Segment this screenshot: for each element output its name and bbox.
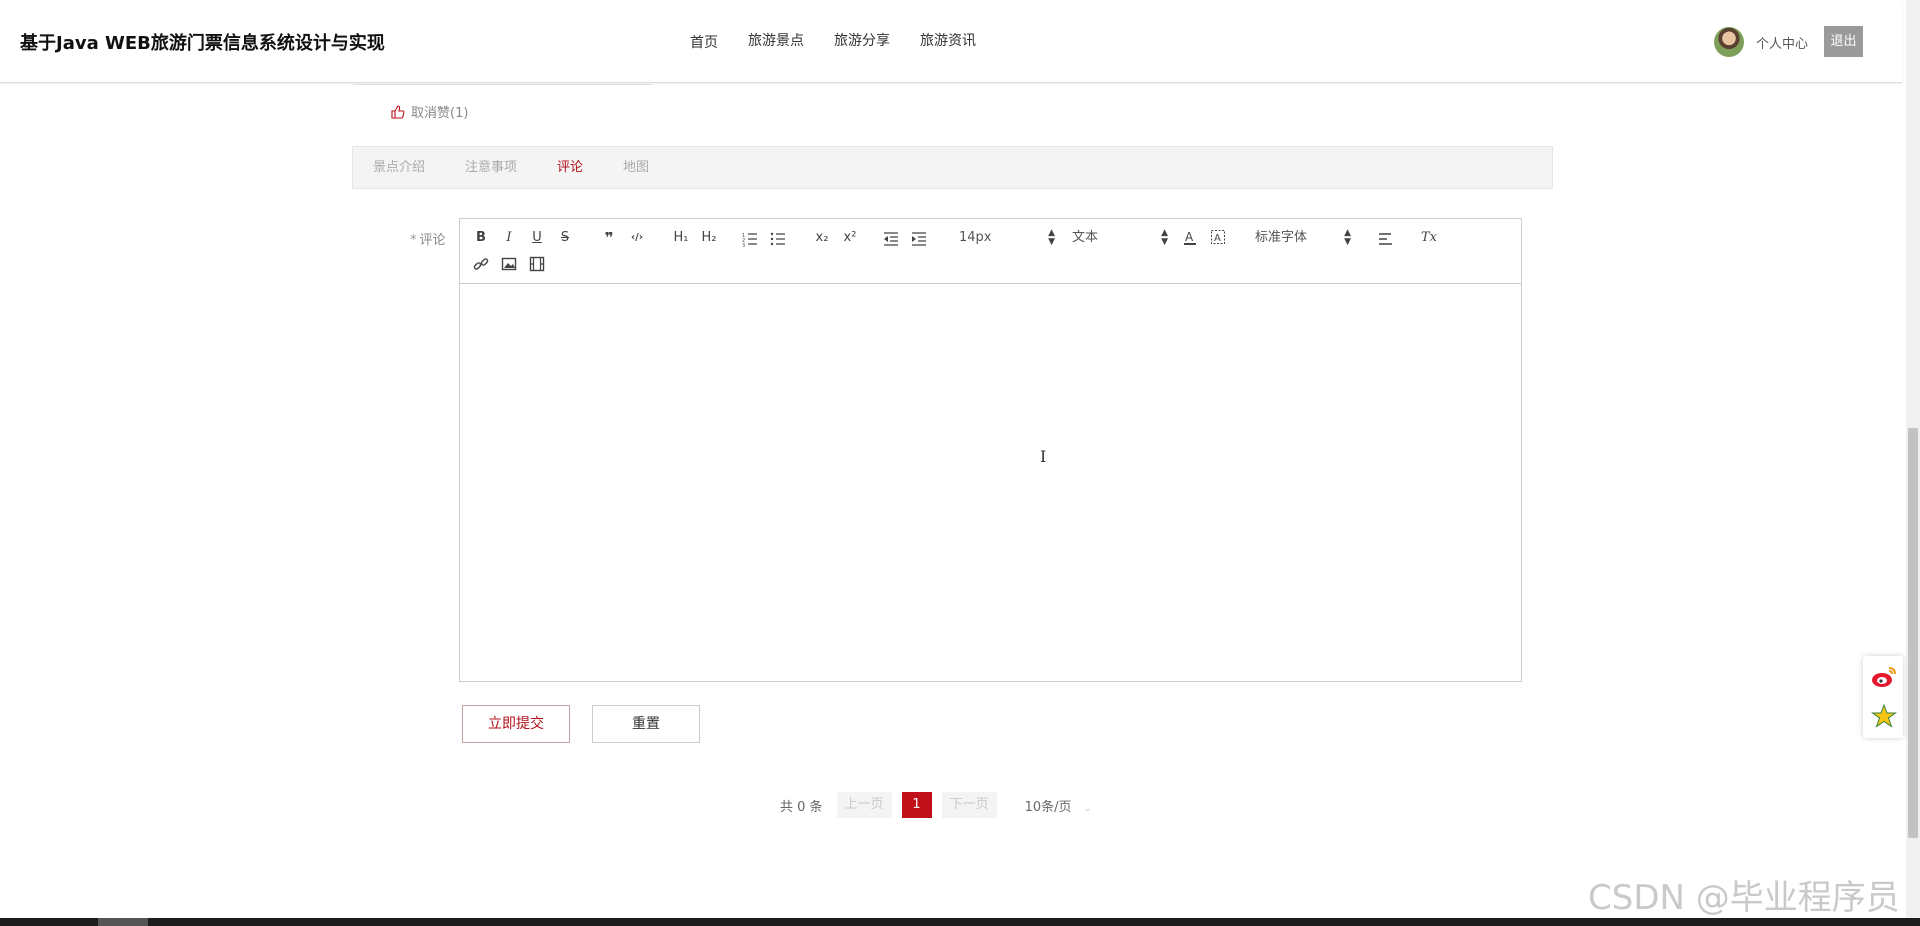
share-panel [1863, 656, 1903, 738]
superscript-button[interactable]: x² [840, 229, 860, 247]
image-icon[interactable] [501, 255, 517, 273]
svg-text:3: 3 [742, 243, 745, 248]
select-arrows-icon: ▲ ▼ [1344, 228, 1351, 247]
required-mark: * [410, 233, 417, 248]
font-family-value: 标准字体 [1255, 230, 1308, 245]
detail-tabs: 景点介绍 注意事项 评论 地图 [352, 146, 1553, 189]
bold-button[interactable]: B [473, 229, 489, 247]
comment-label: * 评论 [410, 229, 446, 248]
prev-page-button[interactable]: 上一页 [836, 792, 892, 818]
text-cursor-icon: I [1040, 447, 1047, 466]
clean-format-label: Tx [1420, 230, 1437, 245]
pagination: 共 0 条 上一页 1 下一页 10条/页 ⌄ [780, 792, 1092, 818]
nav-sharing[interactable]: 旅游分享 [834, 0, 890, 82]
main-nav: 首页 旅游景点 旅游分享 旅游资讯 [690, 0, 1006, 82]
divider [353, 84, 651, 85]
nav-home[interactable]: 首页 [690, 2, 718, 82]
tab-notes[interactable]: 注意事项 [465, 147, 517, 188]
unlike-button[interactable]: 取消赞(1) [391, 102, 468, 121]
italic-button[interactable]: I [501, 229, 517, 247]
header-1-button[interactable]: H₁ [670, 229, 692, 247]
comment-label-text: 评论 [419, 233, 446, 248]
select-arrows-icon: ▲ ▼ [1048, 228, 1055, 247]
comment-editor-area[interactable] [460, 284, 1521, 681]
font-family-select[interactable]: 标准字体 ▲ ▼ [1255, 229, 1351, 247]
site-title: 基于Java WEB旅游门票信息系统设计与实现 [20, 33, 385, 54]
outdent-icon[interactable] [883, 230, 899, 248]
paragraph-format-select[interactable]: 文本 ▲ ▼ [1072, 229, 1168, 247]
select-arrows-icon: ▲ ▼ [1161, 228, 1168, 247]
weibo-icon[interactable] [1870, 664, 1898, 690]
bullet-list-icon[interactable] [770, 230, 786, 248]
scrollbar-thumb[interactable] [1908, 428, 1918, 838]
tab-map[interactable]: 地图 [623, 147, 649, 188]
subscript-button[interactable]: x₂ [812, 229, 832, 247]
top-header: 基于Java WEB旅游门票信息系统设计与实现 首页 旅游景点 旅游分享 旅游资… [0, 0, 1902, 83]
favorite-star-icon[interactable] [1871, 703, 1897, 729]
taskbar-highlight [98, 918, 148, 926]
unlike-label: 取消赞(1) [411, 106, 469, 121]
submit-button[interactable]: 立即提交 [462, 705, 570, 743]
logout-button[interactable]: 退出 [1824, 26, 1863, 57]
user-center-link[interactable]: 个人中心 [1756, 33, 1808, 52]
video-icon[interactable] [529, 255, 545, 273]
scrollbar[interactable] [1906, 0, 1920, 926]
nav-news[interactable]: 旅游资讯 [920, 0, 976, 82]
underline-button[interactable]: U [529, 229, 545, 247]
editor-toolbar: B I U S ❞ ‹/› H₁ H₂ 123 x₂ x² 14px ▲ ▼ 文本… [460, 219, 1521, 284]
taskbar-strip [0, 918, 1920, 926]
chevron-down-icon: ⌄ [1083, 802, 1092, 814]
header-2-button[interactable]: H₂ [698, 229, 720, 247]
align-left-icon[interactable] [1378, 230, 1394, 248]
indent-icon[interactable] [911, 230, 927, 248]
page-size-value: 10条/页 [1024, 799, 1072, 815]
svg-text:A: A [1214, 233, 1221, 244]
watermark-text: CSDN @毕业程序员 [1588, 878, 1900, 918]
font-color-icon[interactable]: A [1182, 229, 1198, 247]
background-color-icon[interactable]: A [1210, 229, 1226, 247]
paragraph-format-value: 文本 [1072, 230, 1099, 245]
avatar[interactable] [1714, 27, 1744, 57]
clean-format-button[interactable]: Tx [1418, 229, 1440, 247]
total-count: 共 0 条 [780, 799, 823, 815]
rich-text-editor: B I U S ❞ ‹/› H₁ H₂ 123 x₂ x² 14px ▲ ▼ 文本… [459, 218, 1522, 682]
font-size-select[interactable]: 14px ▲ ▼ [959, 229, 1055, 247]
tab-intro[interactable]: 景点介绍 [373, 147, 425, 188]
reset-button[interactable]: 重置 [592, 705, 700, 743]
nav-attractions[interactable]: 旅游景点 [748, 0, 804, 82]
thumbs-up-icon [391, 104, 405, 119]
blockquote-button[interactable]: ❞ [600, 229, 618, 247]
code-block-button[interactable]: ‹/› [628, 229, 646, 247]
tab-comments[interactable]: 评论 [557, 147, 583, 188]
font-size-value: 14px [959, 230, 992, 245]
link-icon[interactable] [473, 255, 489, 273]
page-1-button[interactable]: 1 [901, 792, 932, 818]
strike-button[interactable]: S [557, 229, 573, 247]
next-page-button[interactable]: 下一页 [941, 792, 997, 818]
ordered-list-icon[interactable]: 123 [742, 230, 758, 248]
page-size-select[interactable]: 10条/页 ⌄ [1025, 796, 1092, 815]
svg-text:A: A [1185, 230, 1194, 244]
